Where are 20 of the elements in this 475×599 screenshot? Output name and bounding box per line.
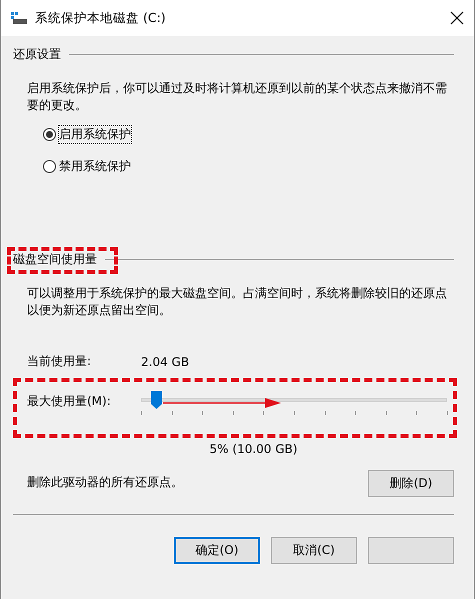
dialog-button[interactable]: 取消(C) (271, 537, 357, 564)
window-title: 系统保护本地磁盘 (C:) (35, 10, 167, 26)
radio-button[interactable] (43, 160, 56, 173)
slider-thumb[interactable] (151, 391, 162, 409)
description-text: 可以调整用于系统保护的最大磁盘空间。占满空间时，系统将删除较旧的还原点以便为新还原点留出空间。 (27, 285, 447, 319)
delete-button[interactable]: 删除(D) (368, 470, 454, 497)
current-usage-value: 2.04 GB (141, 354, 190, 368)
radio-label[interactable]: 禁用系统保护 (59, 158, 131, 175)
dialog-button[interactable]: 确定(O) (174, 537, 260, 564)
radio-button[interactable] (43, 128, 56, 141)
current-usage-label: 当前使用量: (27, 353, 92, 370)
drive-icon (11, 12, 27, 24)
group-heading: 还原设置 (13, 46, 61, 62)
radio-label[interactable]: 启用系统保护 (59, 126, 131, 143)
group-heading: 磁盘空间使用量 (13, 250, 97, 268)
max-usage-reading: 5% (10.00 GB) (208, 442, 298, 456)
max-usage-label: 最大使用量(M): (27, 392, 112, 410)
description-text: 启用系统保护后，你可以通过及时将计算机还原到以前的某个状态点来撤消不需要的更改。 (27, 80, 447, 114)
delete-description: 删除此驱动器的所有还原点。 (27, 474, 183, 491)
close-icon[interactable] (450, 11, 464, 25)
